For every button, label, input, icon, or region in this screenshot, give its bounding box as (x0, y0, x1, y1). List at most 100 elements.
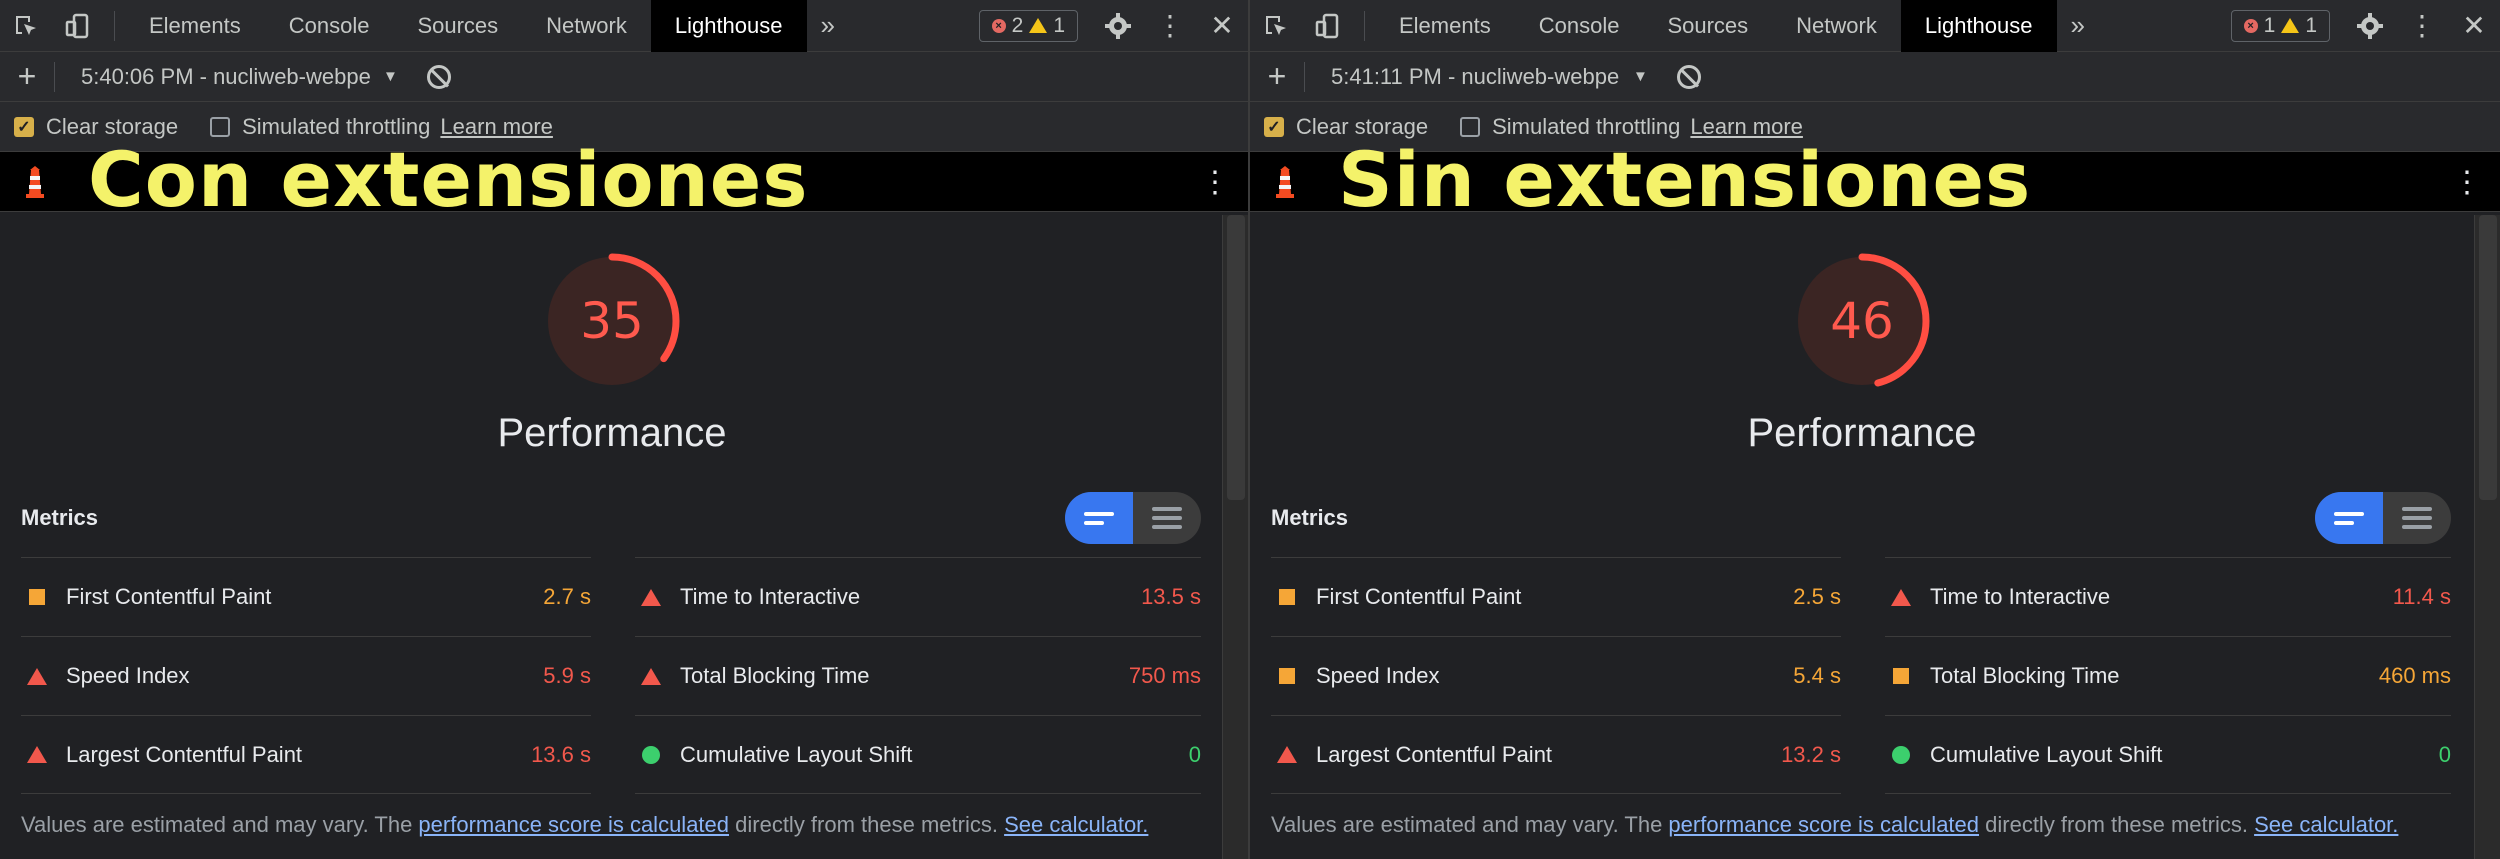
footnote-text: directly from these metrics. (729, 812, 1005, 837)
scrollbar-thumb[interactable] (2479, 215, 2497, 500)
metric-name: First Contentful Paint (66, 584, 272, 609)
metric-name: Time to Interactive (1930, 584, 2111, 609)
overlay-title: Sin extensiones (1338, 134, 2032, 224)
performance-score: 35 (580, 292, 644, 350)
error-icon: × (991, 18, 1006, 33)
metric-row: Total Blocking Time 750 ms (635, 636, 1201, 715)
metric-row: Time to Interactive 13.5 s (635, 557, 1201, 636)
metric-value: 460 ms (2378, 663, 2451, 688)
lighthouse-report-header: Sin extensiones ⋮ (1250, 134, 2500, 224)
issues-counter[interactable]: × 2 1 (978, 9, 1078, 42)
error-count: 1 (2263, 13, 2276, 37)
settings-gear-icon[interactable] (2344, 0, 2396, 52)
inspect-element-icon[interactable] (0, 0, 52, 52)
settings-gear-icon[interactable] (1092, 0, 1144, 52)
metric-value: 2.7 s (543, 584, 591, 609)
metrics-view-toggle[interactable] (2315, 492, 2451, 544)
metrics-column-left: First Contentful Paint 2.5 s Speed Index 5.… (1271, 557, 1841, 794)
metric-name: Largest Contentful Paint (66, 741, 303, 767)
customize-kebab-icon[interactable]: ⋮ (1144, 0, 1196, 52)
report-selector-label: 5:40:06 PM - nucliweb-webpe (81, 63, 371, 89)
tab-sources[interactable]: Sources (1643, 0, 1772, 52)
summary-view-icon[interactable] (1065, 492, 1133, 544)
metric-value: 0 (2438, 741, 2451, 767)
metric-name: Total Blocking Time (680, 663, 870, 688)
metric-name: Cumulative Layout Shift (680, 741, 913, 767)
clear-storage-checkbox[interactable] (1264, 116, 1284, 137)
lighthouse-logo-icon (0, 165, 70, 198)
devtools-tab-bar: Elements Console Sources Network Lightho… (1250, 0, 2500, 52)
report-menu-kebab-icon[interactable]: ⋮ (2452, 152, 2482, 212)
score-calculated-link[interactable]: performance score is calculated (1668, 812, 1979, 837)
inspect-element-icon[interactable] (1250, 0, 1302, 52)
fail-triangle-icon (639, 667, 663, 685)
metric-row: Largest Contentful Paint 13.2 s (1271, 715, 1841, 794)
average-square-icon (1889, 668, 1913, 684)
error-count: 2 (1011, 13, 1024, 37)
toolbar-divider (1304, 61, 1305, 92)
detailed-view-icon[interactable] (2383, 492, 2451, 544)
tab-console[interactable]: Console (1515, 0, 1644, 52)
footnote-text: Values are estimated and may vary. The (21, 812, 419, 837)
fail-triangle-icon (1275, 746, 1299, 763)
score-calculated-link[interactable]: performance score is calculated (418, 812, 729, 837)
simulated-throttling-checkbox[interactable] (210, 116, 231, 137)
tab-sources[interactable]: Sources (393, 0, 522, 52)
tab-console[interactable]: Console (265, 0, 394, 52)
new-report-plus-icon[interactable]: + (1250, 58, 1304, 95)
warning-icon (1029, 18, 1048, 33)
tab-network[interactable]: Network (522, 0, 651, 52)
metric-name: Largest Contentful Paint (1316, 741, 1553, 767)
detailed-view-icon[interactable] (1133, 492, 1201, 544)
customize-kebab-icon[interactable]: ⋮ (2396, 0, 2448, 52)
fail-triangle-icon (25, 667, 49, 685)
see-calculator-link[interactable]: See calculator. (2254, 812, 2398, 837)
report-scrollbar[interactable] (1222, 215, 1248, 859)
scrollbar-thumb[interactable] (1227, 215, 1245, 500)
clear-storage-checkbox[interactable] (14, 116, 34, 137)
tab-elements[interactable]: Elements (125, 0, 265, 52)
close-devtools-icon[interactable]: ✕ (1196, 0, 1248, 52)
close-devtools-icon[interactable]: ✕ (2448, 0, 2500, 52)
metric-row: Time to Interactive 11.4 s (1885, 557, 2451, 636)
tab-network[interactable]: Network (1772, 0, 1901, 52)
metric-value: 13.2 s (1781, 741, 1841, 767)
footnote-text: directly from these metrics. (1979, 812, 2255, 837)
devtools-tab-bar: Elements Console Sources Network Lightho… (0, 0, 1248, 52)
metrics-view-toggle[interactable] (1065, 492, 1201, 544)
more-tabs-chevron-icon[interactable]: » (807, 0, 849, 52)
metric-row: Speed Index 5.9 s (21, 636, 591, 715)
metric-row: Cumulative Layout Shift 0 (1885, 715, 2451, 794)
summary-view-icon[interactable] (2315, 492, 2383, 544)
metric-row: Cumulative Layout Shift 0 (635, 715, 1201, 794)
tab-lighthouse[interactable]: Lighthouse (650, 0, 807, 52)
metric-row: Speed Index 5.4 s (1271, 636, 1841, 715)
tab-elements[interactable]: Elements (1375, 0, 1515, 52)
report-menu-kebab-icon[interactable]: ⋮ (1200, 152, 1230, 212)
metric-value: 13.6 s (531, 741, 591, 767)
metric-name: First Contentful Paint (1316, 584, 1522, 609)
clear-all-block-icon[interactable] (1677, 64, 1701, 89)
see-calculator-link[interactable]: See calculator. (1004, 812, 1148, 837)
category-title: Performance (1747, 411, 1977, 455)
clear-all-block-icon[interactable] (427, 64, 451, 89)
report-selector[interactable]: 5:40:06 PM - nucliweb-webpe ▼ (81, 64, 401, 90)
issues-counter[interactable]: × 1 1 (2230, 9, 2330, 42)
metric-row: First Contentful Paint 2.7 s (21, 557, 591, 636)
report-scrollbar[interactable] (2474, 215, 2500, 859)
lighthouse-toolbar: + 5:40:06 PM - nucliweb-webpe ▼ (0, 52, 1248, 102)
metric-row: First Contentful Paint 2.5 s (1271, 557, 1841, 636)
tab-lighthouse[interactable]: Lighthouse (1900, 0, 2057, 52)
warning-icon (2281, 18, 2300, 33)
simulated-throttling-checkbox[interactable] (1460, 116, 1481, 137)
metrics-column-right: Time to Interactive 11.4 s Total Blocking … (1885, 557, 2451, 794)
report-selector[interactable]: 5:41:11 PM - nucliweb-webpe ▼ (1331, 64, 1651, 90)
device-toolbar-icon[interactable] (1302, 0, 1354, 52)
metrics-footnote: Values are estimated and may vary. The p… (21, 812, 1148, 838)
devtools-panel-right: Elements Console Sources Network Lightho… (1250, 0, 2500, 859)
metrics-column-right: Time to Interactive 13.5 s Total Blocking … (635, 557, 1201, 794)
device-toolbar-icon[interactable] (52, 0, 104, 52)
new-report-plus-icon[interactable]: + (0, 58, 54, 95)
more-tabs-chevron-icon[interactable]: » (2057, 0, 2099, 52)
metric-name: Time to Interactive (680, 584, 861, 609)
